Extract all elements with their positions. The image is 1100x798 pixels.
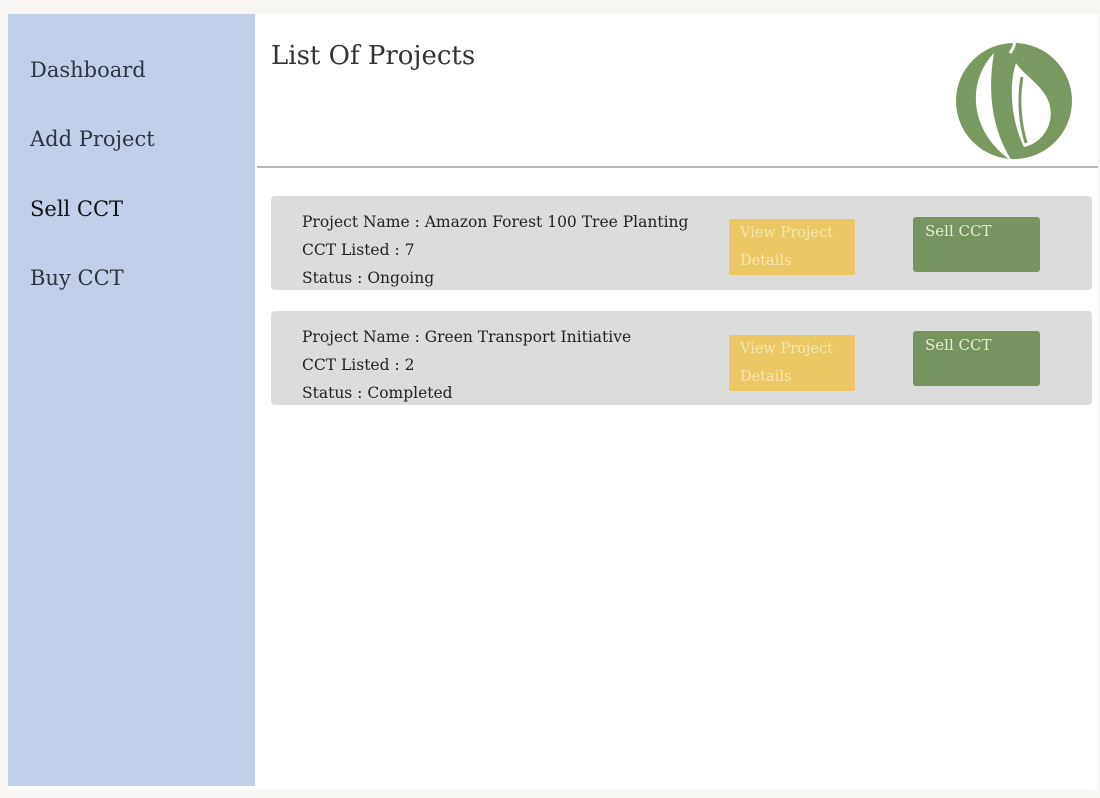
- header-divider: [257, 166, 1098, 168]
- view-project-details-button[interactable]: View Project Details: [729, 335, 855, 391]
- sidebar-item-sell-cct[interactable]: Sell CCT: [30, 197, 123, 221]
- sidebar-item-dashboard[interactable]: Dashboard: [30, 58, 146, 82]
- project-name: Project Name : Green Transport Initiativ…: [302, 328, 632, 346]
- view-project-details-button[interactable]: View Project Details: [729, 219, 855, 275]
- leaf-logo-icon: [954, 27, 1074, 163]
- project-status: Status : Ongoing: [302, 269, 435, 287]
- project-card: Project Name : Amazon Forest 100 Tree Pl…: [271, 196, 1092, 290]
- page-title: List Of Projects: [271, 41, 476, 71]
- cct-listed: CCT Listed : 7: [302, 241, 415, 259]
- sell-cct-button[interactable]: Sell CCT: [913, 217, 1040, 272]
- project-info: Project Name : Green Transport Initiativ…: [302, 323, 631, 407]
- sidebar-item-buy-cct[interactable]: Buy CCT: [30, 266, 124, 290]
- sidebar: Dashboard Add Project Sell CCT Buy CCT: [8, 14, 255, 786]
- sell-cct-button[interactable]: Sell CCT: [913, 331, 1040, 386]
- cct-listed: CCT Listed : 2: [302, 356, 415, 374]
- project-status: Status : Completed: [302, 384, 453, 402]
- project-info: Project Name : Amazon Forest 100 Tree Pl…: [302, 208, 688, 292]
- project-name: Project Name : Amazon Forest 100 Tree Pl…: [302, 213, 689, 231]
- project-card: Project Name : Green Transport Initiativ…: [271, 311, 1092, 405]
- app-window: Dashboard Add Project Sell CCT Buy CCT L…: [8, 14, 1098, 790]
- sidebar-item-add-project[interactable]: Add Project: [30, 127, 155, 151]
